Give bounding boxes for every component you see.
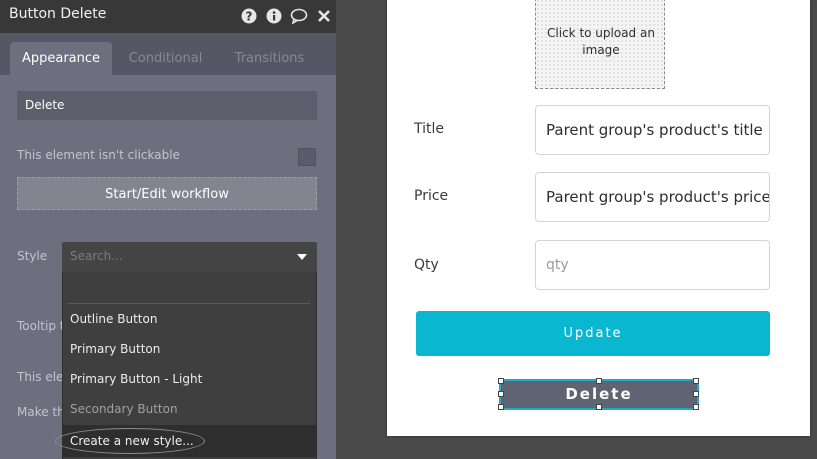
chevron-down-icon[interactable]: [297, 254, 307, 260]
start-edit-workflow-button[interactable]: Start/Edit workflow: [17, 177, 317, 210]
close-icon[interactable]: [317, 8, 331, 24]
info-icon[interactable]: [266, 8, 282, 24]
tab-transitions[interactable]: Transitions: [222, 42, 317, 75]
resize-handle[interactable]: [693, 404, 699, 410]
panel-tabs: Appearance Conditional Transitions: [0, 33, 336, 75]
svg-text:?: ?: [246, 10, 253, 24]
tab-conditional[interactable]: Conditional: [118, 42, 213, 75]
panel-header: Button Delete ?: [0, 0, 336, 33]
element-name-input[interactable]: Delete: [17, 91, 317, 120]
resize-handle[interactable]: [596, 378, 602, 384]
style-dropdown: Outline Button Primary Button Primary Bu…: [55, 272, 317, 459]
tooltip-label: Tooltip t: [17, 319, 65, 333]
not-clickable-label: This element isn't clickable: [17, 148, 180, 162]
update-button[interactable]: Update: [416, 311, 770, 356]
panel-title: Button Delete: [9, 6, 107, 22]
price-input[interactable]: Parent group's product's price: [535, 172, 770, 222]
image-uploader[interactable]: Click to upload an image: [535, 0, 665, 89]
style-label: Style: [17, 249, 48, 263]
style-option-secondary-button[interactable]: Secondary Button: [70, 402, 178, 416]
resize-handle[interactable]: [498, 391, 504, 397]
resize-handle[interactable]: [693, 391, 699, 397]
tab-appearance[interactable]: Appearance: [10, 42, 112, 75]
resize-handle[interactable]: [693, 378, 699, 384]
resize-handle[interactable]: [596, 404, 602, 410]
title-input[interactable]: Parent group's product's title: [535, 105, 770, 155]
resize-handle[interactable]: [498, 378, 504, 384]
create-new-style-label: Create a new style...: [70, 434, 194, 448]
not-clickable-checkbox[interactable]: [298, 148, 316, 166]
property-editor-panel: Button Delete ? Appearance Conditional T…: [0, 0, 336, 459]
resize-handle[interactable]: [498, 404, 504, 410]
style-select[interactable]: Search...: [62, 242, 317, 272]
style-option-primary-button[interactable]: Primary Button: [70, 342, 160, 356]
element-option-label: This ele: [17, 370, 64, 384]
page-preview: Click to upload an image Title Parent gr…: [387, 0, 810, 436]
qty-input[interactable]: qty: [535, 240, 770, 290]
price-label: Price: [414, 188, 449, 204]
help-icon[interactable]: ?: [241, 8, 257, 24]
qty-label: Qty: [414, 257, 439, 273]
style-option-primary-button-light[interactable]: Primary Button - Light: [70, 372, 202, 386]
style-search-input[interactable]: Search...: [70, 249, 123, 263]
comment-icon[interactable]: [290, 8, 308, 24]
create-new-style-option[interactable]: Create a new style...: [55, 425, 316, 457]
make-this-label: Make th: [17, 405, 65, 419]
style-option-outline-button[interactable]: Outline Button: [70, 312, 157, 326]
title-label: Title: [414, 121, 445, 137]
dropdown-divider: [67, 303, 310, 304]
uploader-text: Click to upload an image: [547, 26, 655, 57]
